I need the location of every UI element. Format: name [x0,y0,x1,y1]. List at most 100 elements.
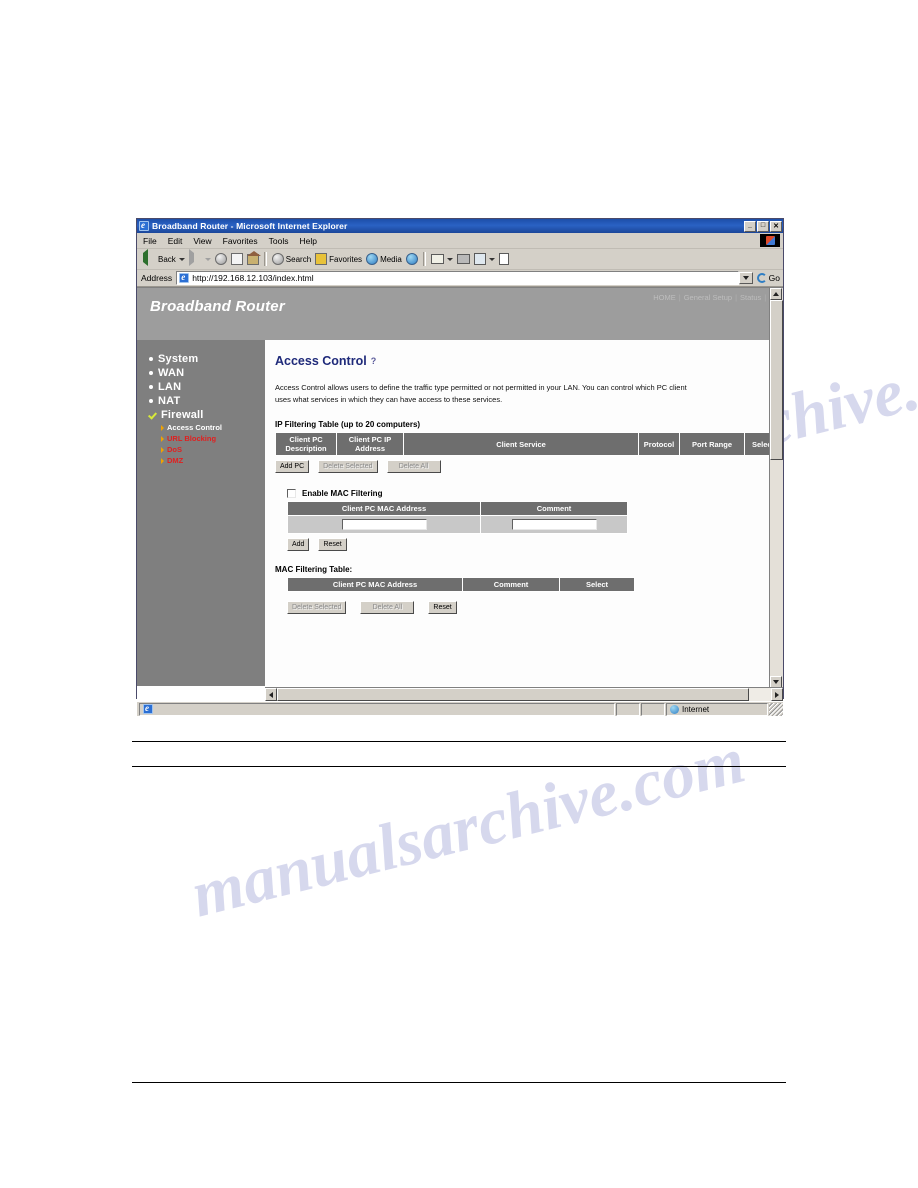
address-input[interactable]: http://192.168.12.103/index.html [176,271,739,285]
menu-bar: File Edit View Favorites Tools Help [137,233,783,249]
sidebar-label-lan: LAN [158,381,182,393]
nav-sep-2: | [735,293,738,302]
menu-tools[interactable]: Tools [269,236,289,246]
maximize-button[interactable]: □ [757,220,769,232]
discuss-button[interactable] [497,250,511,268]
mac-add-button[interactable]: Add [287,538,310,551]
menu-view[interactable]: View [193,236,211,246]
search-button[interactable]: Search [270,250,313,268]
sidebar-item-wan[interactable]: WAN [137,366,265,380]
forward-arrow-icon [188,248,202,266]
page-icon [179,272,190,283]
mac-comment-input[interactable] [511,519,597,530]
security-zone-panel: Internet [666,702,768,716]
stop-button[interactable] [213,250,229,268]
mail-button[interactable] [429,250,455,268]
go-button[interactable]: Go [754,273,783,283]
col-port-range: Port Range [679,432,745,456]
media-icon [366,253,379,265]
mac-entry-table: Client PC MAC Address Comment [287,501,628,534]
mac-entry-buttons: Add Reset [287,538,783,551]
horizontal-scroll-thumb[interactable] [277,688,749,701]
bullet-icon [149,357,153,361]
watermark-bottom: manualsarchive.com [184,723,752,932]
mac-filtering-table: Client PC MAC Address Comment Select [287,577,635,592]
horizontal-scrollbar[interactable] [265,687,783,701]
sidebar-item-firewall[interactable]: Firewall [137,408,265,422]
col-mac-comment: Comment [480,501,628,516]
ip-filtering-header-row: Client PC Description Client PC IP Addre… [275,432,782,456]
enable-mac-filtering-checkbox[interactable] [287,489,296,498]
ip-filtering-buttons: Add PC Delete Selected Delete All [275,460,783,473]
minimize-button[interactable]: _ [744,220,756,232]
sidebar-item-lan[interactable]: LAN [137,380,265,394]
mac-delete-selected-button[interactable]: Delete Selected [287,601,347,614]
media-button[interactable]: Media [364,250,404,268]
vertical-scrollbar[interactable] [769,288,783,688]
page-divider-middle [132,766,786,767]
ip-delete-selected-button[interactable]: Delete Selected [318,460,378,473]
menu-edit[interactable]: Edit [168,236,183,246]
title-bar: Broadband Router - Microsoft Internet Ex… [137,219,783,233]
scroll-left-button[interactable] [265,688,277,701]
enable-mac-filtering-row[interactable]: Enable MAC Filtering [275,489,783,498]
col-mac-table-address: Client PC MAC Address [287,577,463,592]
chevron-right-icon [161,424,164,431]
scroll-up-button[interactable] [770,288,782,300]
bullet-icon [149,371,153,375]
close-button[interactable]: ✕ [770,220,782,232]
vertical-scroll-thumb[interactable] [770,300,783,460]
nav-home[interactable]: HOME [653,293,676,302]
page-viewport: Broadband Router HOME | General Setup | … [137,287,783,701]
col-mac-table-comment: Comment [462,577,560,592]
sidebar-item-nat[interactable]: NAT [137,394,265,408]
nav-status[interactable]: Status [740,293,761,302]
sidebar-item-system[interactable]: System [137,352,265,366]
address-dropdown-button[interactable] [738,272,753,284]
mac-address-input[interactable] [341,519,427,530]
resize-grip[interactable] [769,702,783,716]
col-client-pc-ip-address: Client PC IP Address [336,432,404,456]
scroll-right-button[interactable] [771,688,783,701]
menu-help[interactable]: Help [299,236,316,246]
edit-dropdown-icon[interactable] [488,257,495,261]
sidebar-label-nat: NAT [158,395,181,407]
sidebar-subitem-url-blocking[interactable]: URL Blocking [137,433,265,444]
forward-dropdown-icon[interactable] [204,257,211,261]
mac-address-cell [287,515,481,534]
edit-button[interactable] [472,250,497,268]
media-label: Media [380,254,402,264]
help-icon[interactable]: ? [371,356,380,366]
status-panel-3 [641,702,665,716]
ip-filtering-table: Client PC Description Client PC IP Addre… [275,432,782,456]
sidebar-subitem-dos[interactable]: DoS [137,444,265,455]
nav-general-setup[interactable]: General Setup [684,293,732,302]
mac-table-reset-button[interactable]: Reset [428,601,457,614]
mail-dropdown-icon[interactable] [446,257,453,261]
menu-favorites[interactable]: Favorites [223,236,258,246]
forward-button[interactable] [187,248,213,268]
edit-icon [473,253,486,265]
ip-delete-all-button[interactable]: Delete All [386,460,441,473]
back-dropdown-icon[interactable] [178,257,185,261]
address-url-text: http://192.168.12.103/index.html [192,273,314,283]
refresh-button[interactable] [229,250,245,268]
mac-reset-button[interactable]: Reset [318,538,347,551]
favorites-button[interactable]: Favorites [313,250,364,268]
sidebar-subitem-access-control[interactable]: Access Control [137,422,265,433]
horizontal-scroll-track[interactable] [749,688,771,701]
back-button[interactable]: Back [141,248,187,268]
add-pc-button[interactable]: Add PC [275,460,310,473]
bullet-icon [149,399,153,403]
go-icon [756,273,767,283]
toolbar-separator-1 [263,252,267,266]
mac-delete-all-button[interactable]: Delete All [360,601,415,614]
home-button[interactable] [245,250,261,268]
status-message-panel [139,702,615,716]
minimize-icon: _ [748,221,752,229]
history-button[interactable] [404,250,420,268]
print-button[interactable] [455,250,472,268]
menu-file[interactable]: File [143,236,157,246]
sidebar-subitem-dmz[interactable]: DMZ [137,455,265,466]
status-bar: Internet [137,701,783,716]
